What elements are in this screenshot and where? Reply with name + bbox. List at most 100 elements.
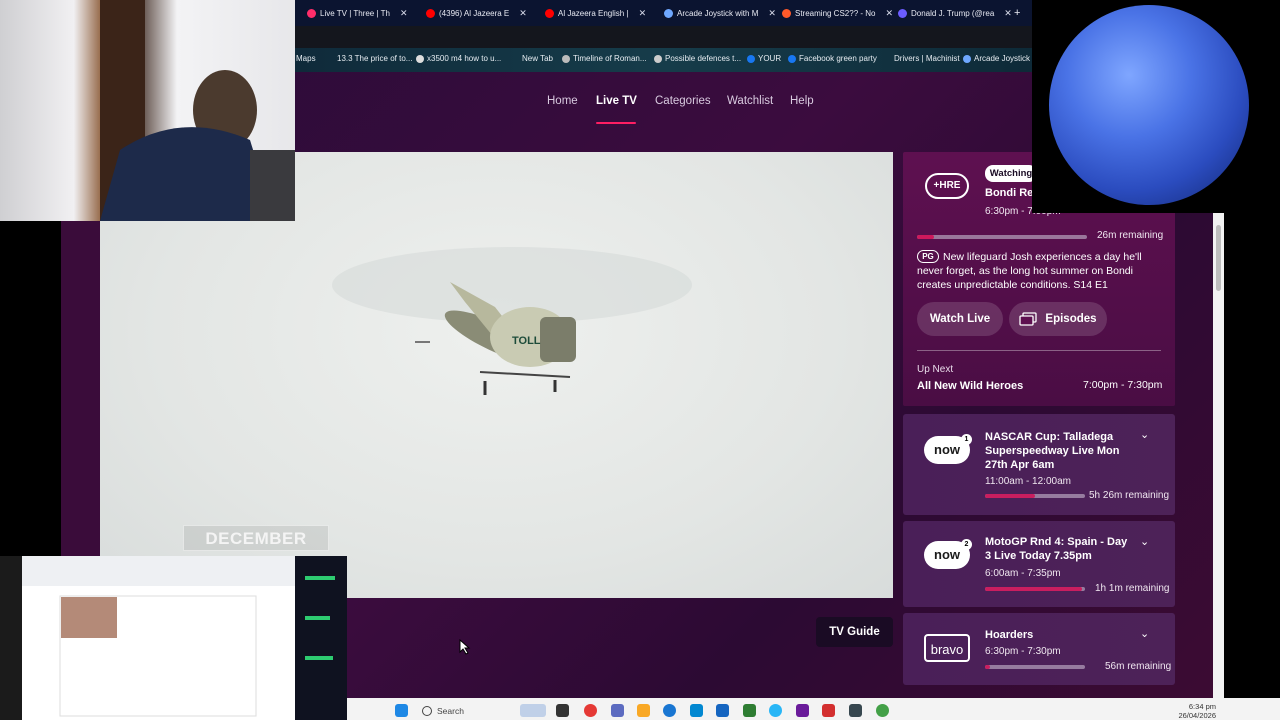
youtube-icon [426, 8, 435, 18]
taskview-icon[interactable] [556, 704, 569, 717]
progress-fill [985, 665, 990, 669]
mouse-cursor-icon [459, 639, 471, 655]
nav-watchlist[interactable]: Watchlist [727, 95, 773, 107]
bookmark[interactable]: Drivers | Machinist [894, 54, 960, 63]
channel-number: 1 [961, 434, 972, 445]
bookmark[interactable]: Arcade Joystick w [963, 54, 1032, 63]
telegram-icon[interactable] [769, 704, 782, 717]
screen: Live TV | Three | Th ✕ (4396) Al Jazeera… [0, 0, 1280, 720]
watching-badge: Watching [985, 165, 1037, 182]
channel-program-time: 11:00am - 12:00am [985, 476, 1071, 487]
channel-card[interactable]: now 2 MotoGP Rnd 4: Spain - Day 3 Live T… [903, 521, 1175, 607]
tab-favicon-icon [307, 8, 316, 18]
bookmark-icon [416, 54, 424, 63]
bookmark[interactable]: Facebook green party [788, 54, 877, 63]
folder-icon[interactable] [637, 704, 650, 717]
progress-fill [985, 494, 1035, 498]
app-icon[interactable] [611, 704, 624, 717]
bookmark[interactable]: New Tab [522, 54, 553, 63]
close-icon[interactable]: ✕ [768, 8, 776, 19]
channel-remaining: 1h 1m remaining [1095, 583, 1170, 594]
reddit-icon [782, 8, 791, 18]
channel-card[interactable]: bravo Hoarders 6:30pm - 7:30pm 56m remai… [903, 613, 1175, 685]
tab-favicon-icon [898, 8, 907, 18]
wikipedia-icon [562, 54, 570, 63]
bookmarks-bar: Maps 13.3 The price of to... x3500 m4 ho… [295, 48, 1032, 72]
webcam-overlay [0, 0, 295, 221]
nav-help[interactable]: Help [790, 95, 814, 107]
clock-time: 6:34 pm [1188, 702, 1216, 711]
tab-label: Streaming CS2?? - No [795, 8, 876, 18]
close-icon[interactable]: ✕ [519, 8, 527, 19]
channel-card[interactable]: now 1 NASCAR Cup: Talladega Superspeedwa… [903, 414, 1175, 515]
close-icon[interactable]: ✕ [400, 8, 408, 19]
app-icon[interactable] [743, 704, 756, 717]
channel-logo-three: +HRE [925, 173, 969, 199]
bookmark-icon [963, 54, 971, 63]
bookmark[interactable]: Possible defences t... [654, 54, 741, 63]
app-icon[interactable] [822, 704, 835, 717]
scrollbar-thumb[interactable] [1216, 225, 1221, 291]
channel-remaining: 5h 26m remaining [1089, 490, 1170, 501]
search-icon[interactable] [422, 706, 432, 716]
channel-program-title: MotoGP Rnd 4: Spain - Day 3 Live Today 7… [985, 536, 1128, 562]
episodes-button[interactable]: Episodes [1009, 302, 1107, 336]
episodes-icon [1019, 312, 1038, 326]
up-next-title: All New Wild Heroes [917, 380, 1024, 392]
start-icon[interactable] [395, 704, 408, 717]
taskbar [347, 698, 1280, 720]
watch-live-button[interactable]: Watch Live [917, 302, 1003, 336]
up-next-label: Up Next [917, 364, 954, 375]
new-tab-button[interactable]: + [1014, 4, 1020, 22]
address-bar[interactable] [295, 26, 1032, 48]
tab-label: (4396) Al Jazeera E [439, 8, 510, 18]
youtube-icon [545, 8, 554, 18]
bookmark[interactable]: Timeline of Roman... [562, 54, 647, 63]
edge-icon[interactable] [663, 704, 676, 717]
video-watermark: DECEMBER 2018 [183, 525, 329, 574]
browser-tab[interactable]: Live TV | Three | Th ✕ [307, 4, 408, 22]
bookmark[interactable]: 13.3 The price of to... [337, 54, 412, 63]
chevron-down-icon[interactable]: ⌄ [1140, 428, 1149, 441]
browser-tab[interactable]: (4396) Al Jazeera E ✕ [426, 4, 527, 22]
chevron-down-icon[interactable]: ⌄ [1140, 627, 1149, 640]
browser-tab[interactable]: Donald J. Trump (@rea ✕ [898, 4, 1012, 22]
bookmark[interactable]: Maps [296, 54, 316, 63]
progress-fill [985, 587, 1082, 591]
episodes-label: Episodes [1045, 313, 1097, 325]
close-icon[interactable]: ✕ [1004, 8, 1012, 19]
browser-tab[interactable]: Streaming CS2?? - No ✕ [782, 4, 893, 22]
nav-categories[interactable]: Categories [655, 95, 711, 107]
chrome-icon[interactable] [584, 704, 597, 717]
chevron-down-icon[interactable]: ⌄ [1140, 535, 1149, 548]
channel-remaining: 56m remaining [1105, 661, 1172, 672]
nav-live-tv[interactable]: Live TV [596, 95, 637, 107]
store-icon[interactable] [716, 704, 729, 717]
nav-home[interactable]: Home [547, 95, 578, 107]
app-icon[interactable] [796, 704, 809, 717]
close-icon[interactable]: ✕ [639, 8, 647, 19]
bookmark[interactable]: YOUR [747, 54, 781, 63]
person-image [100, 0, 295, 221]
site-left-strip [61, 221, 100, 556]
tab-label: Live TV | Three | Th [320, 8, 390, 18]
widgets-icon[interactable] [520, 704, 546, 717]
facebook-icon [747, 54, 755, 63]
channel-program-title: Hoarders [985, 629, 1034, 641]
browser-tab[interactable]: Arcade Joystick with M ✕ [664, 4, 776, 22]
tab-label: Arcade Joystick with M [677, 8, 759, 18]
up-next-time: 7:00pm - 7:30pm [1083, 379, 1163, 391]
app-icon[interactable] [849, 704, 862, 717]
channel-progress [985, 587, 1085, 591]
clock-date: 26/04/2026 [1178, 711, 1216, 720]
mail-icon[interactable] [690, 704, 703, 717]
channel-program-title: NASCAR Cup: Talladega Superspeedway Live… [985, 431, 1120, 471]
bookmark[interactable]: x3500 m4 how to u... [416, 54, 501, 63]
tv-guide-button[interactable]: TV Guide [816, 617, 893, 647]
system-clock[interactable]: 6:34 pm 26/04/2026 [1168, 702, 1216, 720]
tab-favicon-icon [664, 8, 673, 18]
close-icon[interactable]: ✕ [885, 8, 893, 19]
taskbar-search[interactable]: Search [437, 706, 464, 716]
browser-tab[interactable]: Al Jazeera English | ✕ [545, 4, 646, 22]
app-icon[interactable] [876, 704, 889, 717]
